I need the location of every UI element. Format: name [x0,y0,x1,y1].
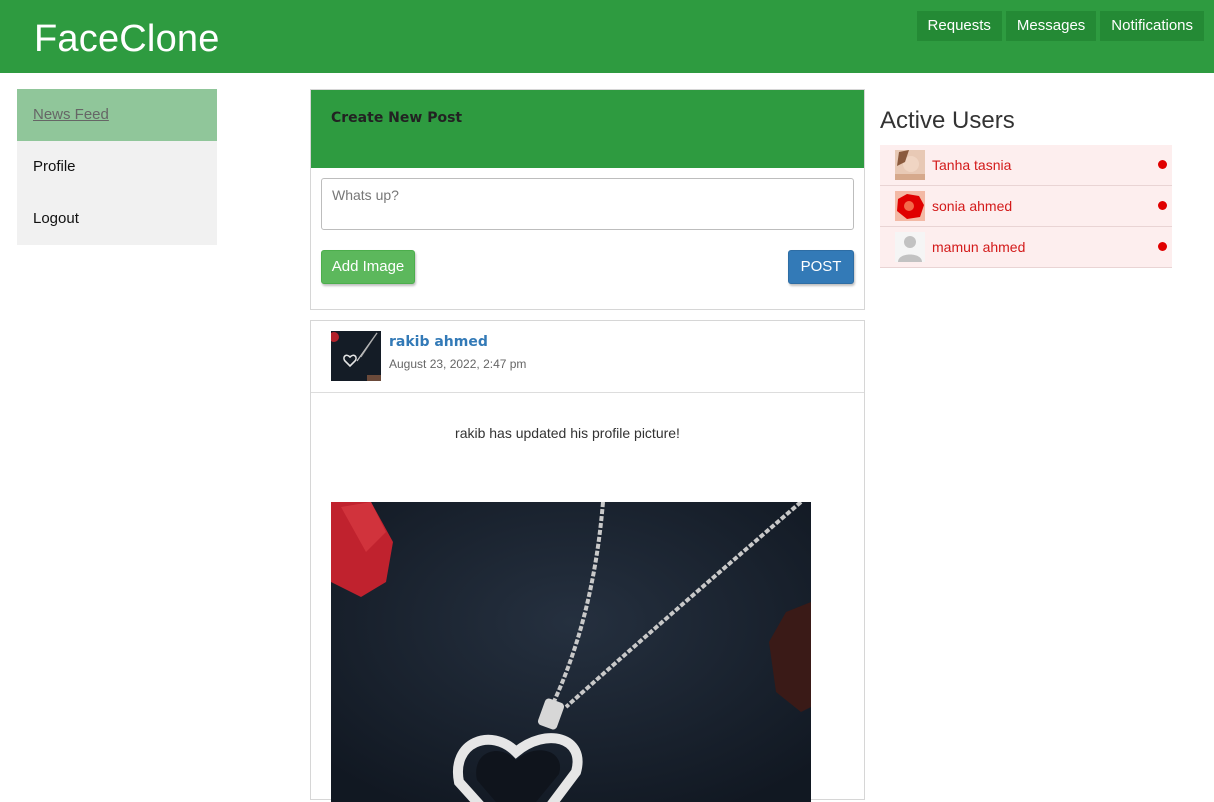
sidebar-item-logout[interactable]: Logout [17,193,217,245]
list-item[interactable]: mamun ahmed [880,227,1172,268]
avatar [895,232,925,262]
user-photo-icon [895,191,925,221]
requests-button[interactable]: Requests [916,11,1002,41]
post-timestamp: August 23, 2022, 2:47 pm [389,357,527,371]
notifications-button[interactable]: Notifications [1100,11,1204,41]
necklace-thumbnail-icon [331,331,381,381]
top-nav: Requests Messages Notifications [916,11,1204,41]
brand-logo[interactable]: FaceClone [34,18,220,61]
create-post-title: Create New Post [311,90,864,168]
default-user-icon [895,232,925,262]
messages-button[interactable]: Messages [1005,11,1097,41]
list-item[interactable]: Tanha tasnia [880,145,1172,186]
post-button[interactable]: POST [788,250,854,284]
post-header: rakib ahmed August 23, 2022, 2:47 pm [311,321,864,393]
user-name[interactable]: mamun ahmed [932,239,1025,255]
post-author-name[interactable]: rakib ahmed [389,334,488,350]
online-status-icon [1158,201,1167,210]
add-image-button[interactable]: Add Image [321,250,415,284]
necklace-photo-icon [331,502,811,802]
post-text: rakib has updated his profile picture! [455,425,680,441]
sidebar-item-news-feed[interactable]: News Feed [17,89,217,141]
post-image[interactable] [331,502,811,802]
post-input[interactable] [321,178,854,230]
online-status-icon [1158,242,1167,251]
list-item[interactable]: sonia ahmed [880,186,1172,227]
sidebar-item-profile[interactable]: Profile [17,141,217,193]
sidebar: News Feed Profile Logout [17,89,217,245]
feed-post: rakib ahmed August 23, 2022, 2:47 pm rak… [310,320,865,802]
user-photo-icon [895,150,925,180]
user-name[interactable]: sonia ahmed [932,198,1012,214]
create-post-panel: Create New Post Add Image POST [310,89,865,310]
top-navbar: FaceClone Requests Messages Notification… [0,0,1214,73]
author-avatar[interactable] [331,331,381,381]
user-name[interactable]: Tanha tasnia [932,157,1011,173]
avatar [895,191,925,221]
online-status-icon [1158,160,1167,169]
active-users-list: Tanha tasnia sonia ahmed mamun ahmed [880,145,1172,268]
avatar [895,150,925,180]
active-users-title: Active Users [880,107,1015,134]
